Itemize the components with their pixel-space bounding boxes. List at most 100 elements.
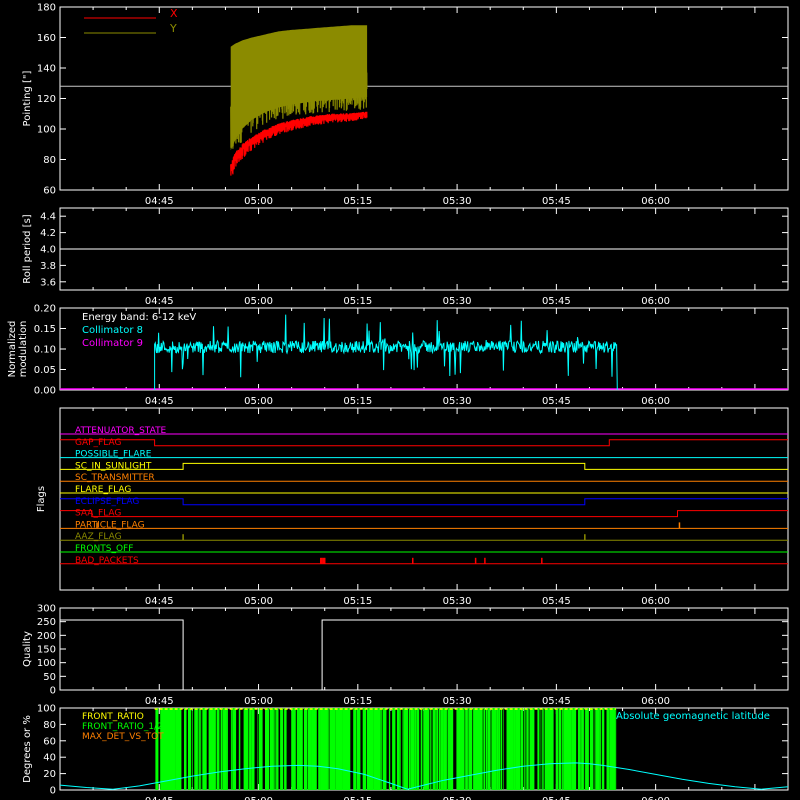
front-ratio-half-bar xyxy=(574,708,576,790)
x-tick-label: 05:15 xyxy=(343,596,372,607)
front-ratio-half-bar xyxy=(167,708,169,790)
y-axis-label: Pointing ["] xyxy=(22,70,33,126)
x-tick-label: 05:00 xyxy=(244,696,273,707)
y-axis-label: Flags xyxy=(36,486,47,512)
y-tick-label: 120 xyxy=(37,94,56,105)
y-axis-label-line: Normalized xyxy=(7,321,18,378)
front-ratio-half-bar xyxy=(485,708,488,790)
flag-label-flare-flag: FLARE_FLAG xyxy=(75,485,131,495)
front-ratio-half-bar xyxy=(173,708,176,790)
front-ratio-half-bar xyxy=(231,708,233,790)
front-ratio-half-bar xyxy=(282,708,284,790)
front-ratio-half-bar xyxy=(394,708,396,790)
front-ratio-half-bar xyxy=(179,708,181,790)
y-tick-label: 0.00 xyxy=(34,386,56,397)
front-ratio-half-bar xyxy=(209,708,211,790)
flag-label-saa-flag: SAA_FLAG xyxy=(75,509,121,519)
front-ratio-half-bar xyxy=(195,708,196,790)
front-ratio-half-bar xyxy=(200,708,202,790)
x-tick-label: 05:45 xyxy=(542,396,571,407)
x-tick-label: 04:45 xyxy=(145,796,174,800)
front-ratio-half-bar xyxy=(293,708,296,790)
front-ratio-half-bar xyxy=(230,708,232,790)
y-tick-label: 80 xyxy=(43,155,56,166)
front-ratio-half-bar xyxy=(267,708,268,790)
flag-label-sc-transmitter: SC_TRANSMITTER xyxy=(75,473,155,483)
front-ratio-half-bar xyxy=(496,708,499,790)
front-ratio-half-bar xyxy=(594,708,596,790)
front-ratio-half-bar xyxy=(406,708,409,790)
lower-panel: 04:45 05:00 05:15 05:30 05:45 06:00 0 20 40 60 80 1… xyxy=(22,704,789,800)
front-ratio-half-bar xyxy=(327,708,328,790)
front-ratio-half-bar xyxy=(400,708,401,790)
y-tick-label: 0.15 xyxy=(34,324,56,335)
front-ratio-half-bar xyxy=(523,708,525,790)
front-ratio-half-bar xyxy=(577,708,581,790)
front-ratio-half-bar xyxy=(365,708,366,790)
front-ratio-half-bar xyxy=(388,708,391,790)
y-axis-label: Roll period [s] xyxy=(22,214,33,283)
front-ratio-half-bar xyxy=(435,708,437,790)
y-tick-label: 4.4 xyxy=(40,212,56,223)
front-ratio-half-bar xyxy=(380,708,382,790)
front-ratio-half-bar xyxy=(495,708,496,790)
y-tick-label: 100 xyxy=(37,125,56,136)
front-ratio-half-bar xyxy=(226,708,228,790)
front-ratio-half-bar xyxy=(204,708,207,790)
pointing-panel: 04:45 05:00 05:15 05:30 05:45 06:00 60 80 100 120… xyxy=(22,3,789,207)
y-tick-label: 160 xyxy=(37,33,56,44)
legend-label-front-ratio: FRONT_RATIO xyxy=(82,712,144,722)
front-ratio-half-bar xyxy=(156,708,157,790)
y-tick-label: 100 xyxy=(37,704,56,715)
front-ratio-half-bar xyxy=(284,708,287,790)
x-tick-label: 04:45 xyxy=(145,696,174,707)
x-tick-label: 05:30 xyxy=(443,296,472,307)
x-tick-label: 05:00 xyxy=(244,596,273,607)
energy-band-annotation: Energy band: 6-12 keV xyxy=(82,312,196,323)
y-tick-label: 0.05 xyxy=(34,365,56,376)
flag-label-particle-flag: PARTICLE_FLAG xyxy=(75,520,145,530)
y-tick-label: 0.20 xyxy=(34,304,56,315)
flag-label-sc-in-sunlight: SC_IN_SUNLIGHT xyxy=(75,461,152,471)
x-tick-label: 05:30 xyxy=(443,796,472,800)
front-ratio-half-bar xyxy=(273,708,275,790)
flag-label-bad-packets: BAD_PACKETS xyxy=(75,556,139,566)
y-tick-label: 0 xyxy=(50,686,56,697)
front-ratio-half-bar xyxy=(569,708,572,790)
front-ratio-half-bar xyxy=(385,708,387,790)
front-ratio-half-bar xyxy=(192,708,193,790)
front-ratio-half-bar xyxy=(358,708,361,790)
flag-label-attenuator-state: ATTENUATOR_STATE xyxy=(75,426,167,436)
x-tick-label: 05:15 xyxy=(343,796,372,800)
front-ratio-half-bar xyxy=(220,708,223,790)
x-tick-label: 05:15 xyxy=(343,296,372,307)
flag-line-eclipse-flag xyxy=(60,498,788,506)
x-tick-label: 05:30 xyxy=(443,696,472,707)
front-ratio-half-bar xyxy=(439,708,441,790)
y-tick-label: 80 xyxy=(43,720,56,731)
x-tick-label: 04:45 xyxy=(145,596,174,607)
front-ratio-half-bar xyxy=(276,708,278,790)
x-tick-label: 05:45 xyxy=(542,596,571,607)
front-ratio-half-bar xyxy=(527,708,529,790)
legend-label-collimator-9: Collimator 9 xyxy=(82,338,143,349)
y-tick-label: 150 xyxy=(37,645,56,656)
front-ratio-half-bar xyxy=(330,708,333,790)
legend-label-y: Y xyxy=(169,22,177,35)
front-ratio-half-bar xyxy=(448,708,451,790)
y-tick-label: 0.10 xyxy=(34,345,56,356)
front-ratio-half-bar xyxy=(307,708,310,790)
chart-canvas: 04:45 05:00 05:15 05:30 05:45 06:00 60 80 100 120… xyxy=(7,3,789,800)
x-tick-label: 06:00 xyxy=(641,396,670,407)
legend-label-geomagnetic-latitude: Absolute geomagnetic latitude xyxy=(616,711,770,722)
front-ratio-half-bar xyxy=(480,708,483,790)
front-ratio-half-bar xyxy=(499,708,501,790)
front-ratio-half-bar xyxy=(408,708,411,790)
front-ratio-half-bar xyxy=(511,708,514,790)
y-tick-label: 4.0 xyxy=(40,245,56,256)
x-tick-label: 04:45 xyxy=(145,296,174,307)
legend-label-x: X xyxy=(170,7,178,20)
x-tick-label: 05:30 xyxy=(443,396,472,407)
front-ratio-half-bar xyxy=(246,708,249,790)
flag-label-gap-flag: GAP_FLAG xyxy=(75,438,121,448)
